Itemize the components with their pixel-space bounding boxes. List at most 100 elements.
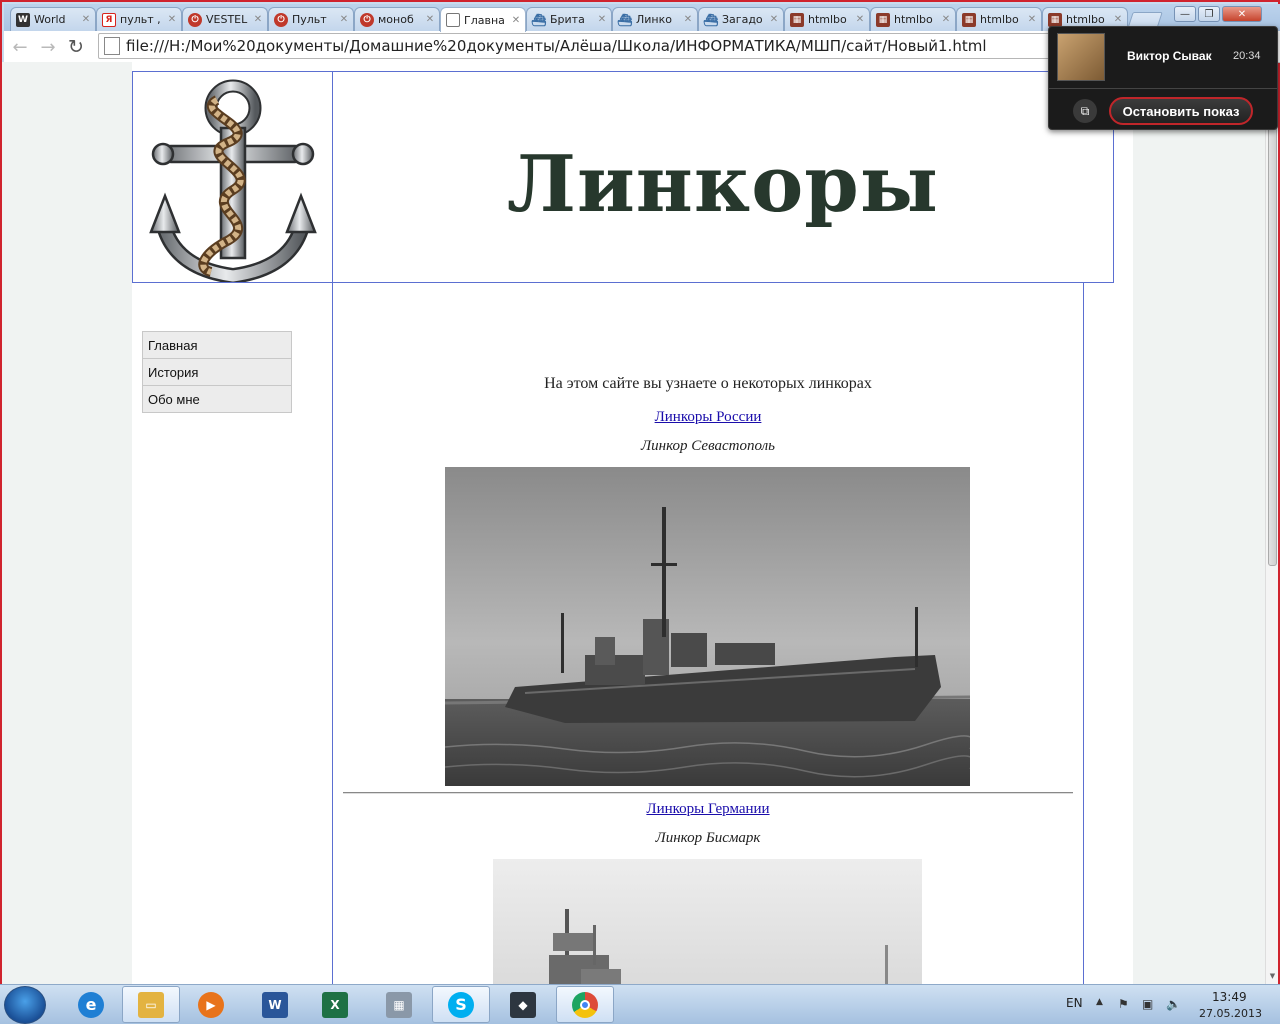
media-player-icon: ▶ [198,991,224,1018]
close-icon[interactable]: ✕ [683,14,693,25]
htmlbook-icon: ▦ [876,12,890,27]
tab-linko[interactable]: ⛴ Линко ✕ [612,7,698,31]
vertical-scrollbar[interactable]: ▲ ▼ [1265,62,1278,984]
tab-label: моноб [378,13,414,26]
tab-htmlbook-3[interactable]: ▦ htmlbo ✕ [956,7,1042,31]
page-icon [104,37,120,55]
logo-cell [133,72,333,285]
tab-monob[interactable]: ⏻ моноб ✕ [354,7,440,31]
skype-icon: S [448,991,474,1018]
taskbar-game-launcher[interactable]: ◆ [494,986,552,1023]
tab-pult[interactable]: ⏻ Пульт ✕ [268,7,354,31]
side-menu: Главная История Обо мне [142,331,292,413]
close-icon[interactable]: ✕ [1113,14,1123,25]
chrome-icon [572,991,598,1018]
tab-label: Линко [636,13,672,26]
column-divider [1083,283,1084,984]
tab-htmlbook-2[interactable]: ▦ htmlbo ✕ [870,7,956,31]
menu-item-home[interactable]: Главная [143,332,291,359]
anchor-icon [149,79,317,285]
power-icon: ⏻ [274,12,288,27]
close-icon[interactable]: ✕ [769,14,779,25]
taskbar-ie[interactable]: e [62,986,120,1023]
tab-glavnaya[interactable]: Главна ✕ [440,7,526,32]
menu-item-about[interactable]: Обо мне [143,386,291,413]
close-icon[interactable]: ✕ [253,14,263,25]
close-icon[interactable]: ✕ [855,14,865,25]
folder-icon: ▭ [138,991,164,1018]
excel-icon: X [322,991,348,1018]
sevastopol-photo [445,467,970,786]
back-arrow-icon[interactable]: ← [8,35,32,59]
divider [1049,88,1277,89]
forward-arrow-icon[interactable]: → [36,35,60,59]
taskbar-media-player[interactable]: ▶ [182,986,240,1023]
close-icon[interactable]: ✕ [339,14,349,25]
tab-label: htmlbo [980,13,1019,26]
bismarck-photo [493,859,922,984]
minimize-button[interactable]: — [1174,6,1196,22]
start-button[interactable] [4,986,46,1024]
tab-label: Главна [464,13,505,27]
tab-label: Загадо [722,13,763,26]
network-icon[interactable]: ▣ [1142,997,1153,1011]
close-icon[interactable]: ✕ [81,14,91,25]
scroll-down-icon[interactable]: ▼ [1268,972,1277,981]
taskbar-calculator[interactable]: ▦ [370,986,428,1023]
popout-icon[interactable]: ⧉ [1073,99,1097,123]
ship-caption: Линкор Севастополь [641,438,775,454]
tab-yandex[interactable]: Я пульт , ✕ [96,7,182,31]
power-icon: ⏻ [360,12,374,27]
ship-icon: ⛴ [531,12,547,27]
germany-battleships-link[interactable]: Линкоры Германии [333,801,1083,818]
flag-icon[interactable]: ⚑ [1118,997,1129,1011]
address-bar[interactable]: file:///H:/Мои%20документы/Домашние%20до… [98,33,1058,59]
tab-htmlbook-1[interactable]: ▦ htmlbo ✕ [784,7,870,31]
tab-label: пульт , [120,13,161,26]
menu-item-history[interactable]: История [143,359,291,386]
close-icon[interactable]: ✕ [167,14,177,25]
tab-vestel[interactable]: ⏻ VESTEL ✕ [182,7,268,31]
language-indicator[interactable]: EN [1066,996,1083,1010]
taskbar-word[interactable]: W [246,986,304,1023]
presenter-name: Виктор Сывак [1127,49,1212,63]
taskbar-chrome[interactable] [556,986,614,1023]
intro-text: На этом сайте вы узнаете о некоторых лин… [544,375,872,392]
close-icon[interactable]: ✕ [1027,14,1037,25]
taskbar-explorer[interactable]: ▭ [122,986,180,1023]
tab-label: htmlbo [1066,13,1105,26]
page-title: Линкоры [506,138,939,230]
stop-sharing-button[interactable]: Остановить показ [1109,97,1253,125]
htmlbook-icon: ▦ [962,12,976,27]
tab-label: World [34,13,66,26]
taskbar-skype[interactable]: S [432,986,490,1023]
tab-label: htmlbo [894,13,933,26]
volume-icon[interactable]: 🔈 [1166,997,1181,1011]
yandex-icon: Я [102,12,116,27]
restore-button[interactable]: ❐ [1198,6,1220,22]
reload-icon[interactable]: ↻ [64,35,88,59]
close-icon[interactable]: ✕ [941,14,951,25]
ship-caption: Линкор Бисмарк [655,830,761,846]
htmlbook-icon: ▦ [1048,12,1062,27]
russia-battleships-link[interactable]: Линкоры России [333,409,1083,426]
ie-icon: e [78,991,104,1018]
close-window-button[interactable]: ✕ [1222,6,1262,22]
clock-time[interactable]: 13:49 [1212,990,1247,1004]
tab-label: htmlbo [808,13,847,26]
close-icon[interactable]: ✕ [597,14,607,25]
taskbar-excel[interactable]: X [306,986,364,1023]
taskbar: e ▭ ▶ W X ▦ S ◆ EN ▲ ⚑ ▣ 🔈 13:49 27.05.2… [0,984,1280,1024]
tray-expand-icon[interactable]: ▲ [1096,997,1103,1007]
htmlbook-icon: ▦ [790,12,804,27]
close-icon[interactable]: ✕ [511,15,521,26]
tab-zagado[interactable]: ⛴ Загадо ✕ [698,7,784,31]
tab-world[interactable]: W World ✕ [10,7,96,31]
avatar [1057,33,1105,81]
clock-date[interactable]: 27.05.2013 [1199,1007,1262,1020]
close-icon[interactable]: ✕ [425,14,435,25]
tab-brita[interactable]: ⛴ Брита ✕ [526,7,612,31]
ship-icon: ⛴ [703,12,719,27]
scroll-thumb[interactable] [1268,74,1277,566]
window-controls: — ❐ ✕ [1174,6,1262,24]
